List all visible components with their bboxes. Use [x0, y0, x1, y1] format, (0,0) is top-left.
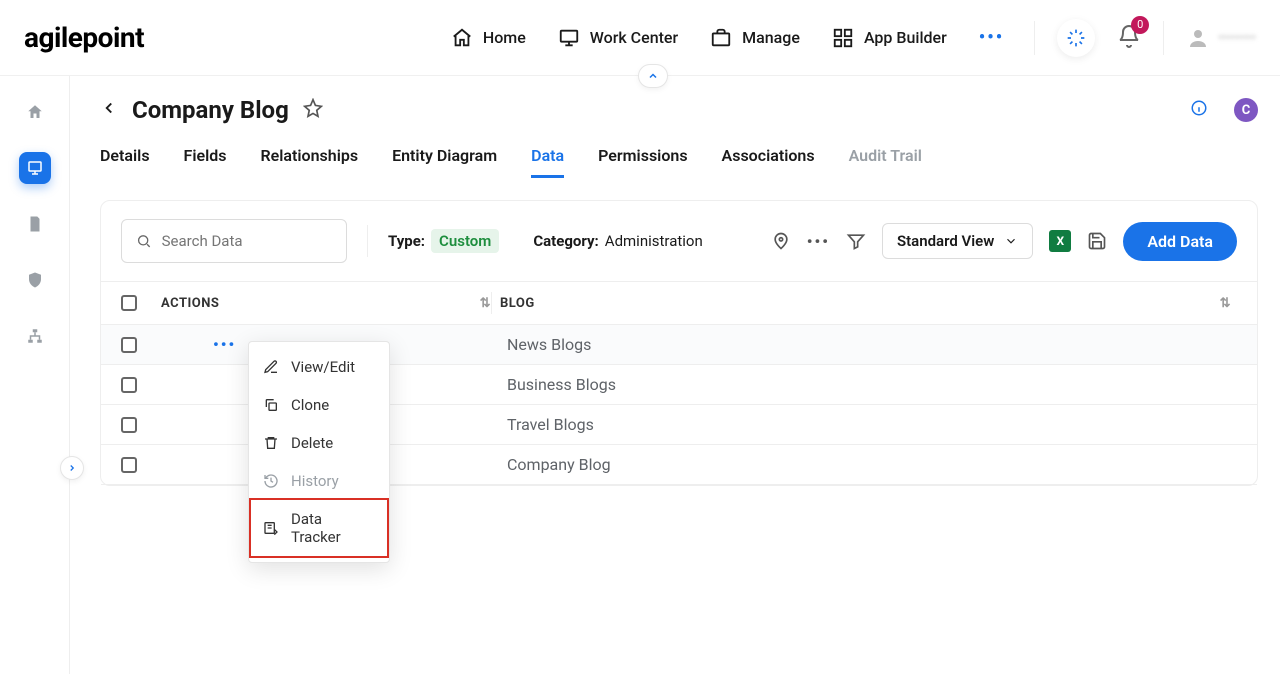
main: Company Blog C Details Fields Relationsh… — [70, 76, 1280, 674]
grid-icon — [832, 27, 854, 49]
ctx-delete[interactable]: Delete — [249, 424, 389, 462]
nav-app-builder-label: App Builder — [864, 28, 947, 47]
row-checkbox[interactable] — [121, 417, 137, 433]
search-icon — [136, 232, 152, 250]
row-blog-value: Travel Blogs — [501, 415, 1237, 434]
add-data-button[interactable]: Add Data — [1123, 222, 1237, 261]
nav-work-center-label: Work Center — [590, 28, 678, 47]
sidebar-flow-icon[interactable] — [19, 320, 51, 352]
tab-audit-trail[interactable]: Audit Trail — [849, 146, 922, 178]
home-icon — [451, 27, 473, 49]
actions-sort-icon[interactable]: ⇅ — [480, 296, 491, 311]
ctx-item-label: History — [291, 472, 339, 490]
category-info: Category: Administration — [533, 232, 702, 250]
back-icon[interactable] — [100, 99, 118, 121]
top-nav: agilepoint Home Work Center Manage App B… — [0, 0, 1280, 76]
excel-export-icon[interactable]: X — [1049, 230, 1071, 252]
type-value: Custom — [431, 229, 499, 253]
blog-sort-icon[interactable]: ⇅ — [1220, 296, 1231, 311]
save-view-icon[interactable] — [1087, 231, 1107, 251]
filter-icon[interactable] — [846, 231, 866, 251]
trash-icon — [263, 435, 279, 451]
row-checkbox[interactable] — [121, 337, 137, 353]
row-actions-icon[interactable]: ••• — [213, 335, 236, 354]
tab-data[interactable]: Data — [531, 146, 564, 178]
logo: agilepoint — [24, 21, 144, 54]
row-blog-value: Company Blog — [501, 455, 1237, 474]
username: •••••••• — [1218, 30, 1256, 46]
nav-main: Home Work Center Manage App Builder ••• — [451, 27, 1004, 49]
sidebar-docs-icon[interactable] — [19, 208, 51, 240]
search-wrapper — [121, 219, 347, 263]
history-icon — [263, 473, 279, 489]
favorite-star-icon[interactable] — [303, 98, 323, 122]
tab-entity-diagram[interactable]: Entity Diagram — [392, 146, 497, 178]
ctx-data-tracker[interactable]: Data Tracker — [249, 498, 389, 558]
view-selector[interactable]: Standard View — [882, 223, 1033, 259]
select-all-checkbox[interactable] — [121, 295, 137, 311]
row-context-menu: View/Edit Clone Delete History Data Trac… — [248, 341, 390, 563]
col-blog-label: BLOG — [500, 296, 535, 311]
sidebar-home-icon[interactable] — [19, 96, 51, 128]
ctx-history[interactable]: History — [249, 462, 389, 500]
search-input[interactable] — [162, 232, 332, 250]
row-checkbox[interactable] — [121, 457, 137, 473]
sidebar-shield-icon[interactable] — [19, 264, 51, 296]
more-actions-icon[interactable]: ••• — [807, 232, 830, 251]
tabs: Details Fields Relationships Entity Diag… — [100, 146, 1258, 178]
user-menu[interactable]: •••••••• — [1186, 26, 1256, 50]
copilot-icon[interactable]: C — [1234, 98, 1258, 122]
separator — [1034, 21, 1035, 55]
nav-home-label: Home — [483, 28, 526, 47]
row-blog-value: Business Blogs — [501, 375, 1237, 394]
info-icon[interactable] — [1190, 99, 1208, 121]
table-header: ACTIONS ⇅ BLOG ⇅ — [101, 281, 1257, 325]
avatar-icon — [1186, 26, 1210, 50]
sidebar — [0, 76, 70, 674]
type-label: Type: — [388, 232, 425, 250]
tab-details[interactable]: Details — [100, 146, 150, 178]
pencil-icon — [263, 359, 279, 375]
ctx-view-edit[interactable]: View/Edit — [249, 348, 389, 386]
launch-icon[interactable] — [1057, 19, 1095, 57]
nav-work-center[interactable]: Work Center — [558, 27, 678, 49]
tracker-icon — [263, 520, 279, 536]
category-label: Category: — [533, 232, 598, 250]
nav-more-icon[interactable]: ••• — [979, 27, 1004, 48]
view-label: Standard View — [897, 232, 994, 250]
tab-relationships[interactable]: Relationships — [261, 146, 359, 178]
toolbar-right: ••• Standard View X Add Data — [771, 222, 1237, 261]
ctx-item-label: Delete — [291, 434, 333, 452]
nav-manage[interactable]: Manage — [710, 27, 800, 49]
page-header: Company Blog C — [100, 96, 1258, 124]
notification-badge: 0 — [1131, 16, 1149, 34]
separator — [1163, 21, 1164, 55]
nav-right: 0 •••••••• — [1034, 19, 1256, 57]
tab-fields[interactable]: Fields — [184, 146, 227, 178]
separator — [367, 225, 368, 257]
nav-manage-label: Manage — [742, 28, 800, 47]
ctx-item-label: Data Tracker — [291, 510, 375, 546]
type-info: Type: Custom — [388, 229, 499, 253]
tab-permissions[interactable]: Permissions — [598, 146, 687, 178]
notifications[interactable]: 0 — [1117, 24, 1141, 52]
card-toolbar: Type: Custom Category: Administration ••… — [101, 201, 1257, 281]
ctx-clone[interactable]: Clone — [249, 386, 389, 424]
nav-home[interactable]: Home — [451, 27, 526, 49]
category-value: Administration — [605, 232, 703, 250]
nav-app-builder[interactable]: App Builder — [832, 27, 947, 49]
chevron-down-icon — [1004, 234, 1018, 248]
col-actions-label: ACTIONS — [161, 296, 219, 311]
copy-icon — [263, 397, 279, 413]
sidebar-entities-icon[interactable] — [19, 152, 51, 184]
row-checkbox[interactable] — [121, 377, 137, 393]
monitor-icon — [558, 27, 580, 49]
page-title: Company Blog — [132, 96, 289, 124]
ctx-item-label: Clone — [291, 396, 329, 414]
briefcase-icon — [710, 27, 732, 49]
location-icon[interactable] — [771, 231, 791, 251]
tab-associations[interactable]: Associations — [722, 146, 815, 178]
ctx-item-label: View/Edit — [291, 358, 355, 376]
row-blog-value: News Blogs — [501, 335, 1237, 354]
